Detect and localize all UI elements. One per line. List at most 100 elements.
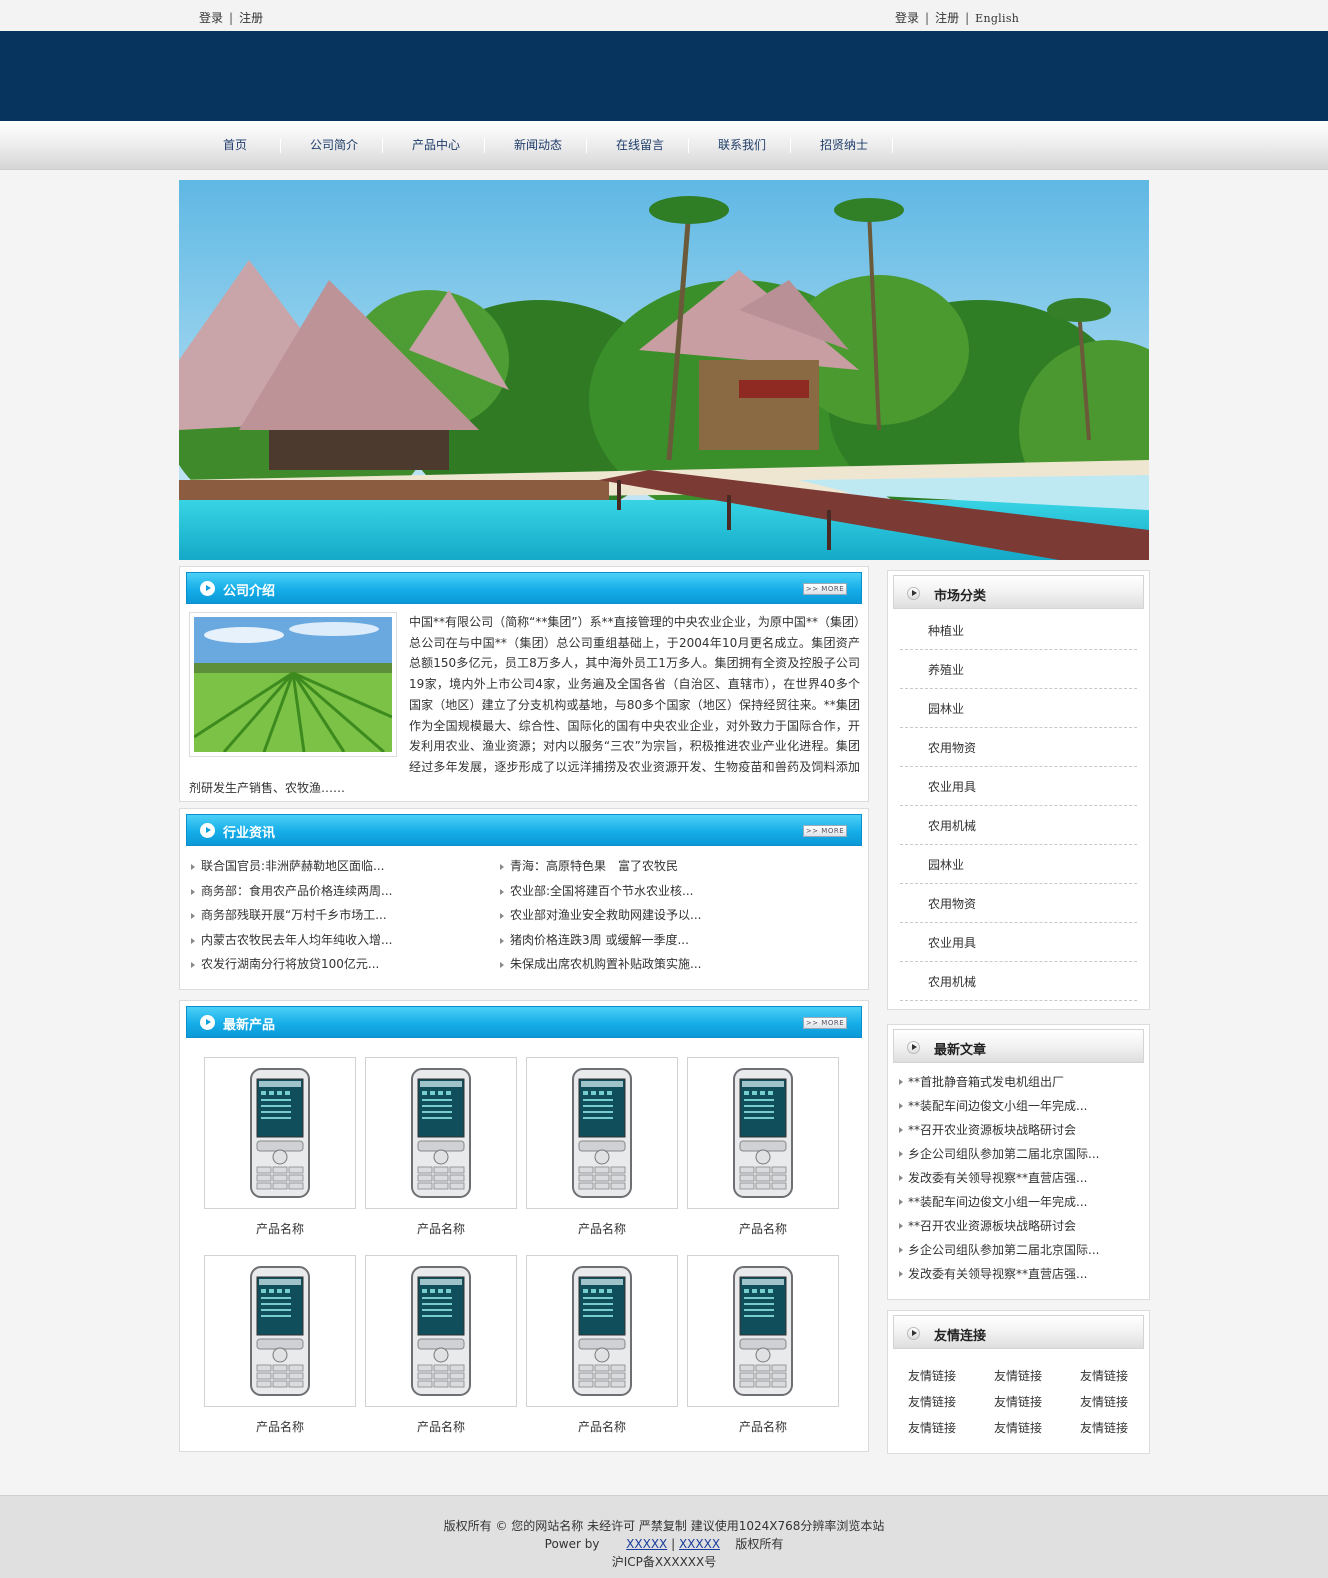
article-item[interactable]: 乡企公司组队参加第二届北京国际...: [898, 1238, 1139, 1262]
register-link[interactable]: 注册: [239, 11, 263, 25]
login-link[interactable]: 登录: [199, 11, 223, 25]
register-link-right[interactable]: 注册: [935, 11, 959, 25]
friend-link[interactable]: 友情链接: [1080, 1389, 1140, 1415]
category-item[interactable]: 农用机械: [900, 962, 1137, 1001]
nav-item-products[interactable]: 产品中心: [392, 121, 480, 170]
friend-links-grid: 友情链接 友情链接 友情链接 友情链接 友情链接 友情链接 友情链接 友情链接 友情链接: [908, 1363, 1148, 1441]
article-item[interactable]: **首批静音箱式发电机组出厂: [898, 1070, 1139, 1094]
separator: |: [965, 11, 970, 25]
product-name[interactable]: 产品名称: [526, 1418, 678, 1435]
nav-item-message[interactable]: 在线留言: [596, 121, 684, 170]
article-item[interactable]: **召开农业资源板块战略研讨会: [898, 1118, 1139, 1142]
product-name[interactable]: 产品名称: [365, 1418, 517, 1435]
industry-news-list-right: 青海：高原特色果 富了农牧民 农业部:全国将建百个节水农业核... 农业部对渔业…: [498, 854, 701, 977]
product-image[interactable]: [204, 1255, 356, 1407]
news-item[interactable]: 商务部残联开展“万村千乡市场工...: [189, 903, 392, 928]
footer-link-2[interactable]: XXXXX: [679, 1537, 720, 1551]
nav-item-about[interactable]: 公司简介: [290, 121, 378, 170]
friend-link[interactable]: 友情链接: [908, 1363, 994, 1389]
product-image[interactable]: [687, 1057, 839, 1209]
latest-articles-panel: 最新文章 **首批静音箱式发电机组出厂 **装配车间边俊文小组一年完成... *…: [887, 1024, 1150, 1300]
company-intro-body: 中国**有限公司（简称“**集团”）系**直接管理的中央农业企业，为原中国**（…: [189, 612, 860, 798]
news-item[interactable]: 联合国官员:非洲萨赫勒地区面临...: [189, 854, 392, 879]
product-card[interactable]: 产品名称: [204, 1057, 356, 1237]
play-arrow-icon: [200, 823, 215, 838]
article-item[interactable]: 发改委有关领导视察**直营店强...: [898, 1166, 1139, 1190]
more-button[interactable]: >> MORE: [803, 1017, 847, 1029]
product-name[interactable]: 产品名称: [204, 1418, 356, 1435]
news-item[interactable]: 商务部：食用农产品价格连续两周...: [189, 879, 392, 904]
article-item[interactable]: **装配车间边俊文小组一年完成...: [898, 1094, 1139, 1118]
phone-icon: [733, 1266, 793, 1396]
news-item[interactable]: 朱保成出席农机购置补贴政策实施...: [498, 952, 701, 977]
phone-icon: [733, 1068, 793, 1198]
power-by-label: Power by: [544, 1537, 600, 1551]
product-image[interactable]: [365, 1255, 517, 1407]
article-item[interactable]: **召开农业资源板块战略研讨会: [898, 1214, 1139, 1238]
category-item[interactable]: 农业用具: [900, 923, 1137, 962]
product-name[interactable]: 产品名称: [687, 1418, 839, 1435]
farm-picture: [194, 617, 392, 752]
product-name[interactable]: 产品名称: [204, 1220, 356, 1237]
top-bar: 登录 | 注册 登录 | 注册 | English: [0, 0, 1328, 31]
latest-products-header: 最新产品 >> MORE: [186, 1006, 862, 1038]
news-item[interactable]: 农业部:全国将建百个节水农业核...: [498, 879, 701, 904]
nav-divider: [484, 138, 485, 153]
category-item[interactable]: 园林业: [900, 689, 1137, 728]
product-card[interactable]: 产品名称: [365, 1057, 517, 1237]
product-image[interactable]: [687, 1255, 839, 1407]
english-link[interactable]: English: [975, 12, 1019, 25]
phone-icon: [411, 1266, 471, 1396]
news-item[interactable]: 内蒙古农牧民去年人均年纯收入增...: [189, 928, 392, 953]
product-name[interactable]: 产品名称: [687, 1220, 839, 1237]
nav-divider: [688, 138, 689, 153]
category-item[interactable]: 农用物资: [900, 728, 1137, 767]
nav-item-home[interactable]: 首页: [194, 121, 276, 170]
nav-item-contact[interactable]: 联系我们: [698, 121, 786, 170]
article-item[interactable]: 乡企公司组队参加第二届北京国际...: [898, 1142, 1139, 1166]
product-name[interactable]: 产品名称: [526, 1220, 678, 1237]
friend-link[interactable]: 友情链接: [994, 1363, 1080, 1389]
product-image[interactable]: [365, 1057, 517, 1209]
nav-item-news[interactable]: 新闻动态: [494, 121, 582, 170]
friend-link[interactable]: 友情链接: [908, 1389, 994, 1415]
latest-articles-list: **首批静音箱式发电机组出厂 **装配车间边俊文小组一年完成... **召开农业…: [898, 1070, 1139, 1286]
more-button[interactable]: >> MORE: [803, 825, 847, 837]
article-item[interactable]: 发改委有关领导视察**直营店强...: [898, 1262, 1139, 1286]
friend-link[interactable]: 友情链接: [1080, 1363, 1140, 1389]
nav-item-jobs[interactable]: 招贤纳士: [800, 121, 888, 170]
separator: |: [925, 11, 930, 25]
footer-link-1[interactable]: XXXXX: [626, 1537, 667, 1551]
news-item[interactable]: 猪肉价格连跌3周 或缓解一季度...: [498, 928, 701, 953]
category-item[interactable]: 农用物资: [900, 884, 1137, 923]
article-item[interactable]: **装配车间边俊文小组一年完成...: [898, 1190, 1139, 1214]
news-item[interactable]: 青海：高原特色果 富了农牧民: [498, 854, 701, 879]
category-item[interactable]: 养殖业: [900, 650, 1137, 689]
friend-link[interactable]: 友情链接: [1080, 1415, 1140, 1441]
product-card[interactable]: 产品名称: [687, 1255, 839, 1435]
news-item[interactable]: 农发行湖南分行将放贷100亿元...: [189, 952, 392, 977]
product-card[interactable]: 产品名称: [204, 1255, 356, 1435]
market-category-header: 市场分类: [893, 575, 1144, 609]
category-item[interactable]: 农用机械: [900, 806, 1137, 845]
friend-link[interactable]: 友情链接: [994, 1415, 1080, 1441]
latest-articles-title: 最新文章: [934, 1043, 987, 1058]
product-image[interactable]: [204, 1057, 356, 1209]
phone-icon: [250, 1266, 310, 1396]
category-item[interactable]: 园林业: [900, 845, 1137, 884]
friend-link[interactable]: 友情链接: [994, 1389, 1080, 1415]
friend-link[interactable]: 友情链接: [908, 1415, 994, 1441]
category-item[interactable]: 农业用具: [900, 767, 1137, 806]
product-image[interactable]: [526, 1057, 678, 1209]
product-card[interactable]: 产品名称: [526, 1057, 678, 1237]
product-card[interactable]: 产品名称: [526, 1255, 678, 1435]
news-item[interactable]: 农业部对渔业安全救助网建设予以...: [498, 903, 701, 928]
category-item[interactable]: 种植业: [900, 611, 1137, 650]
product-image[interactable]: [526, 1255, 678, 1407]
login-link-right[interactable]: 登录: [895, 11, 919, 25]
product-name[interactable]: 产品名称: [365, 1220, 517, 1237]
main-nav: 首页 公司简介 产品中心 新闻动态 在线留言 联系我们 招贤纳士: [0, 121, 1328, 170]
more-button[interactable]: >> MORE: [803, 583, 847, 595]
product-card[interactable]: 产品名称: [365, 1255, 517, 1435]
product-card[interactable]: 产品名称: [687, 1057, 839, 1237]
